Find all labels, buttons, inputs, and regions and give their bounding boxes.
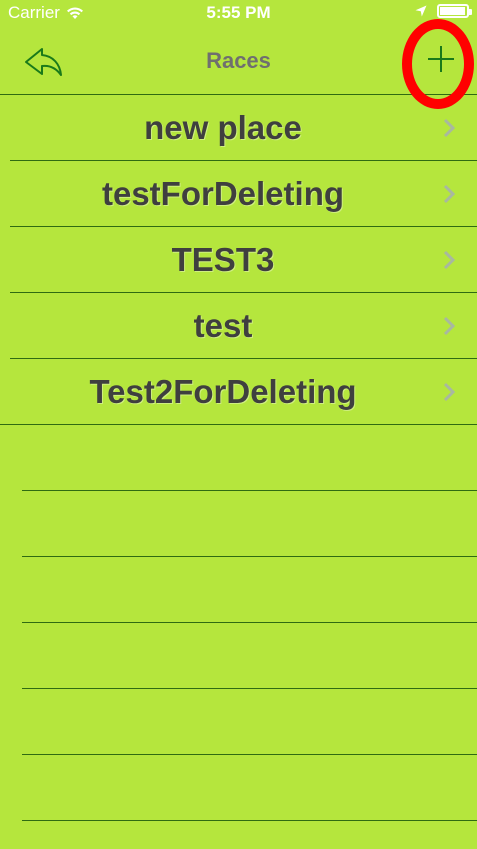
race-name: TEST3 bbox=[171, 241, 275, 278]
empty-row bbox=[22, 557, 477, 623]
battery-icon bbox=[437, 4, 472, 18]
clock: 5:55 PM bbox=[206, 3, 271, 22]
empty-row bbox=[22, 425, 477, 491]
add-race-button[interactable] bbox=[420, 38, 462, 80]
empty-row bbox=[22, 623, 477, 689]
race-name: Test2ForDeleting bbox=[89, 373, 357, 410]
status-bar: Carrier 5:55 PM bbox=[0, 0, 477, 26]
race-row[interactable]: TEST3 bbox=[10, 227, 477, 293]
race-row[interactable]: testForDeleting bbox=[10, 161, 477, 227]
empty-row bbox=[22, 755, 477, 821]
chevron-right-icon bbox=[443, 382, 456, 402]
page-title: Races bbox=[206, 48, 271, 73]
chevron-right-icon bbox=[443, 250, 456, 270]
navigation-bar: Races bbox=[0, 26, 477, 95]
chevron-right-icon bbox=[443, 316, 456, 336]
location-arrow-icon bbox=[415, 5, 427, 17]
race-row[interactable]: Test2ForDeleting bbox=[0, 359, 477, 425]
chevron-right-icon bbox=[443, 184, 456, 204]
empty-row bbox=[22, 491, 477, 557]
plus-icon bbox=[428, 46, 454, 72]
chevron-right-icon bbox=[443, 118, 456, 138]
empty-row bbox=[22, 689, 477, 755]
race-row[interactable]: test bbox=[10, 293, 477, 359]
status-right bbox=[415, 4, 472, 18]
race-name: test bbox=[193, 307, 253, 344]
race-name: testForDeleting bbox=[101, 175, 345, 212]
race-row[interactable]: new place bbox=[10, 95, 477, 161]
race-name: new place bbox=[144, 109, 302, 146]
race-list: new place testForDeleting TEST3 test Tes… bbox=[0, 95, 477, 821]
